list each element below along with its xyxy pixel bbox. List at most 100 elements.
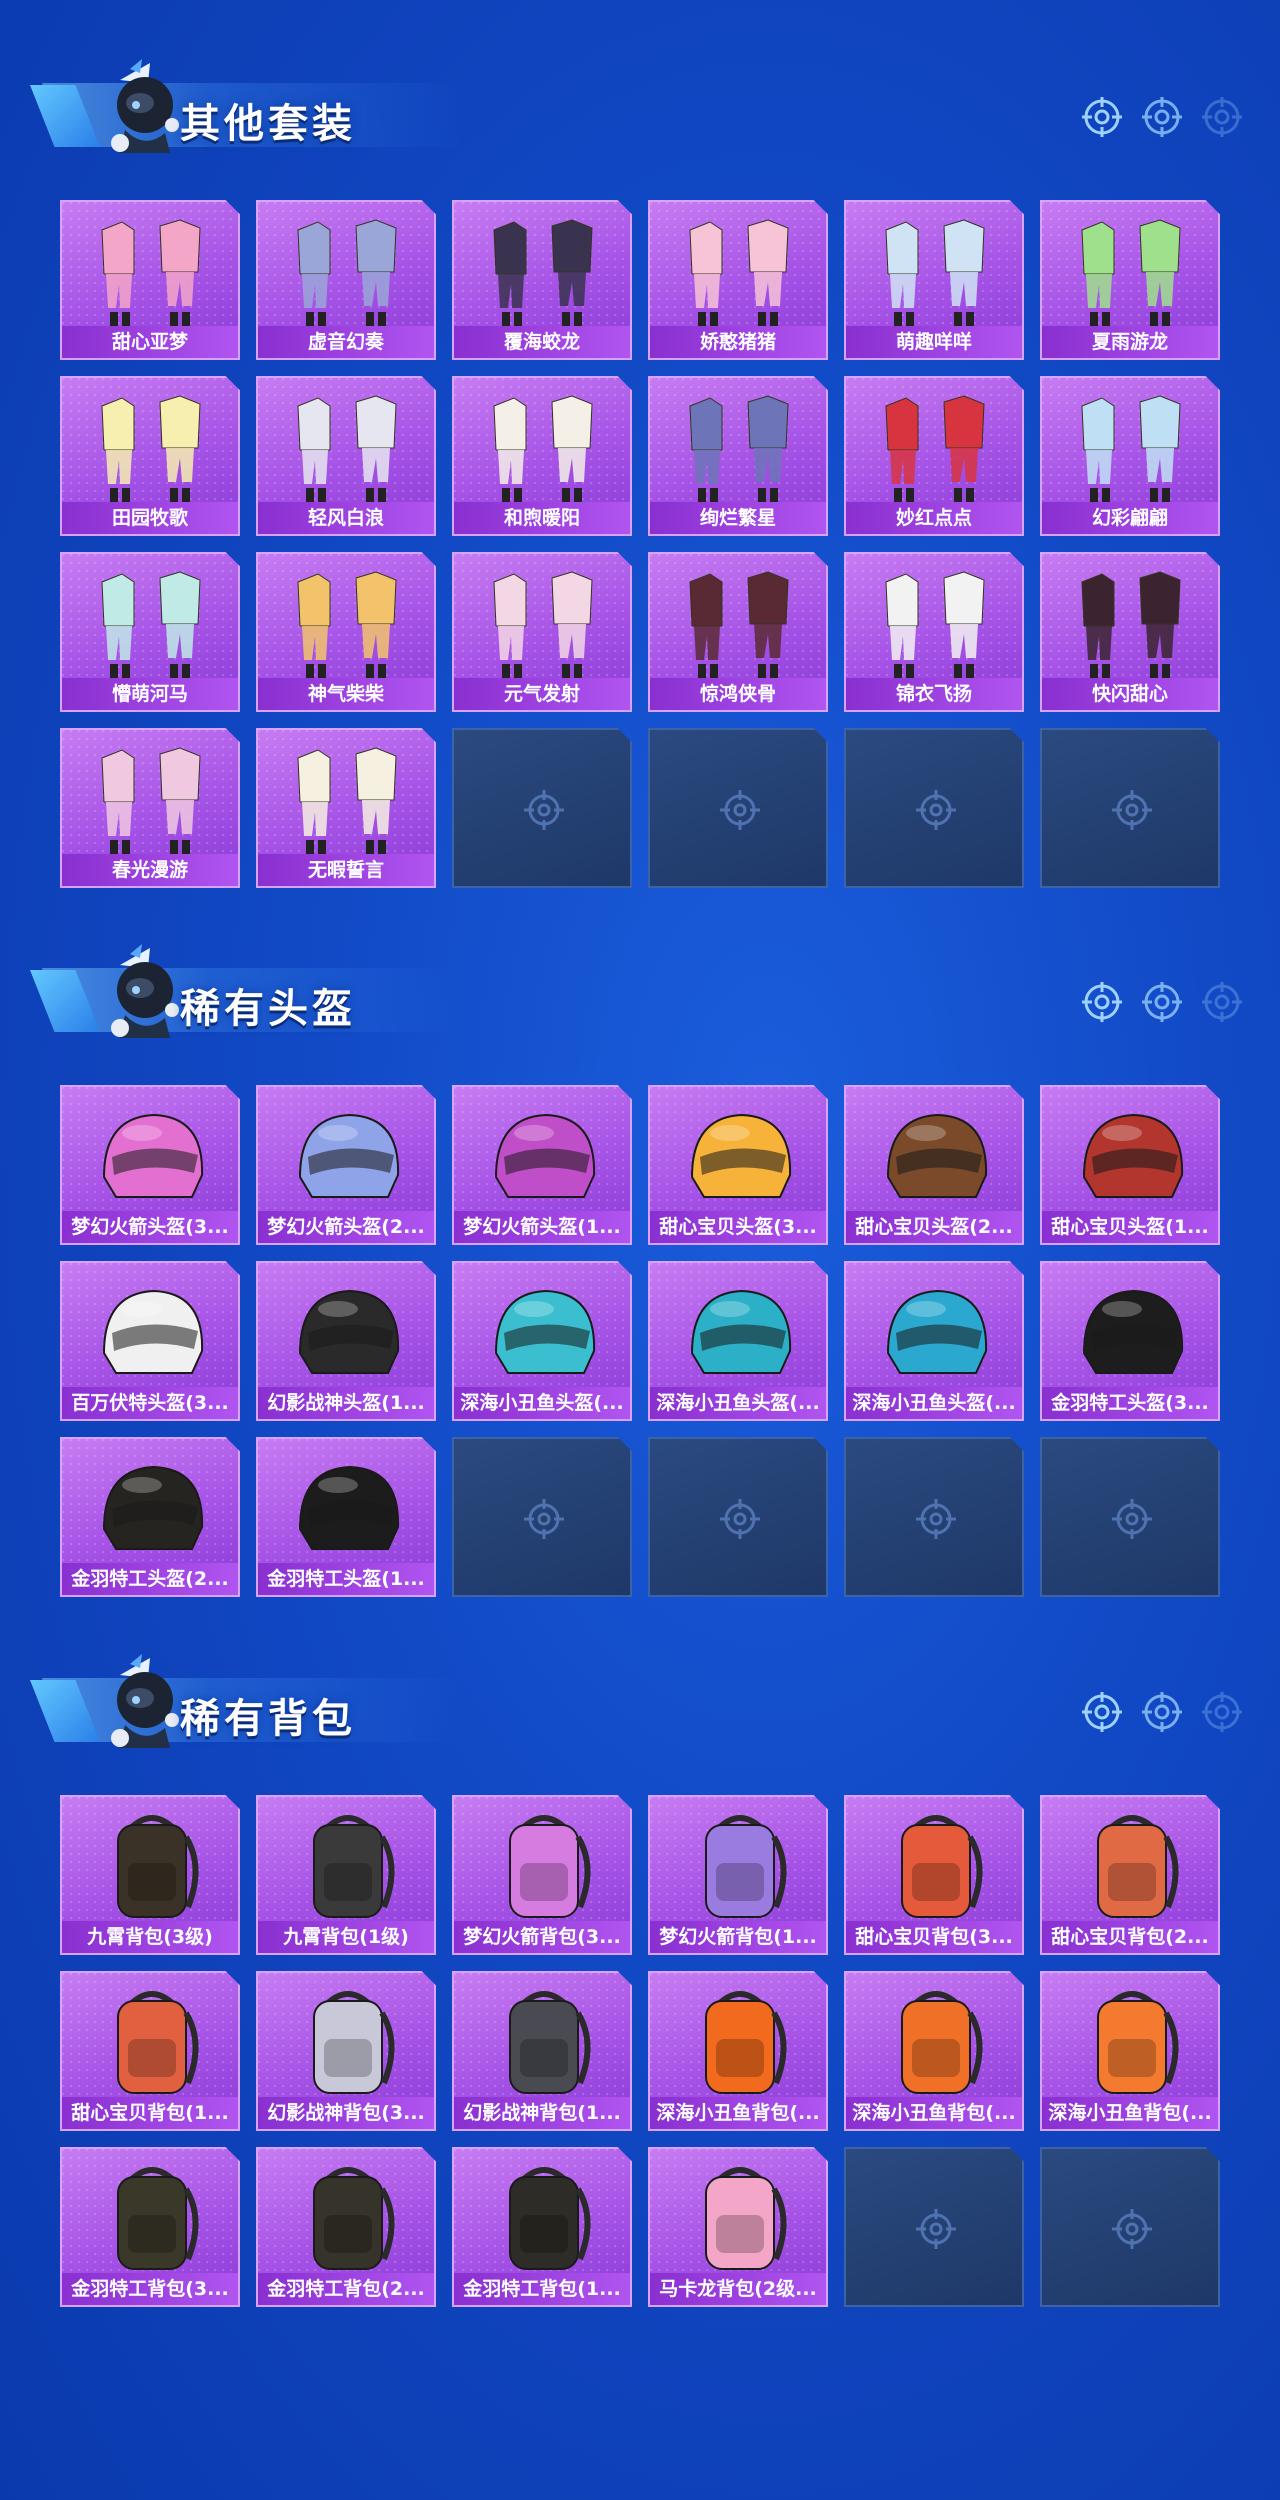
outfit-icon <box>101 219 201 326</box>
backpack-icon <box>117 2167 199 2270</box>
target-icon <box>1142 982 1182 1022</box>
item-name: 梦幻火箭背包(1... <box>650 1921 826 1953</box>
helmet-icon <box>102 1289 204 1374</box>
helmet-icon <box>494 1289 596 1374</box>
outfit-icon <box>689 219 789 326</box>
item-card[interactable]: 深海小丑鱼背包(... <box>1040 1971 1220 2131</box>
item-card[interactable]: 金羽特工背包(1... <box>452 2147 632 2307</box>
item-card[interactable]: 九霄背包(3级) <box>60 1795 240 1955</box>
empty-slot-icon <box>916 1499 956 1539</box>
empty-slot <box>648 1437 828 1597</box>
item-card[interactable]: 深海小丑鱼背包(... <box>844 1971 1024 2131</box>
empty-slot <box>844 2147 1024 2307</box>
outfit-icon <box>493 219 593 326</box>
helmet-icon <box>886 1289 988 1374</box>
item-card[interactable]: 懵萌河马 <box>60 552 240 712</box>
item-card[interactable]: 金羽特工背包(2... <box>256 2147 436 2307</box>
item-card[interactable]: 金羽特工头盔(1... <box>256 1437 436 1597</box>
item-name: 绚烂繁星 <box>650 502 826 534</box>
item-card[interactable]: 惊鸿侠骨 <box>648 552 828 712</box>
item-card[interactable]: 梦幻火箭背包(3... <box>452 1795 632 1955</box>
section-header: 其他套装 <box>30 55 462 165</box>
item-card[interactable]: 无暇誓言 <box>256 728 436 888</box>
outfit-icon <box>885 395 985 502</box>
item-card[interactable]: 幻影战神背包(1... <box>452 1971 632 2131</box>
item-card[interactable]: 梦幻火箭头盔(3... <box>60 1085 240 1245</box>
item-card[interactable]: 金羽特工头盔(2... <box>60 1437 240 1597</box>
item-card[interactable]: 田园牧歌 <box>60 376 240 536</box>
item-card[interactable]: 甜心宝贝头盔(2... <box>844 1085 1024 1245</box>
item-card[interactable]: 甜心宝贝背包(3... <box>844 1795 1024 1955</box>
item-card[interactable]: 萌趣咩咩 <box>844 200 1024 360</box>
item-card[interactable]: 锦衣飞扬 <box>844 552 1024 712</box>
item-card[interactable]: 深海小丑鱼头盔(... <box>844 1261 1024 1421</box>
backpack-icon <box>313 2167 395 2270</box>
empty-slot-icon <box>916 2209 956 2249</box>
outfit-icon <box>101 395 201 502</box>
empty-slot <box>844 1437 1024 1597</box>
item-card[interactable]: 虚音幻奏 <box>256 200 436 360</box>
item-card[interactable]: 深海小丑鱼背包(... <box>648 1971 828 2131</box>
empty-slot-icon <box>720 1499 760 1539</box>
item-name: 神气柴柴 <box>258 678 434 710</box>
item-card[interactable]: 绚烂繁星 <box>648 376 828 536</box>
item-name: 梦幻火箭头盔(3... <box>62 1211 238 1243</box>
backpack-icon <box>509 1815 591 1918</box>
item-name: 妙红点点 <box>846 502 1022 534</box>
item-card[interactable]: 元气发射 <box>452 552 632 712</box>
item-name: 马卡龙背包(2级... <box>650 2273 826 2305</box>
item-card[interactable]: 梦幻火箭头盔(1... <box>452 1085 632 1245</box>
item-card[interactable]: 夏雨游龙 <box>1040 200 1220 360</box>
backpack-icon <box>705 2167 787 2270</box>
item-card[interactable]: 百万伏特头盔(3... <box>60 1261 240 1421</box>
item-card[interactable]: 覆海蛟龙 <box>452 200 632 360</box>
helmet-icon <box>298 1113 400 1198</box>
item-card[interactable]: 娇憨猪猪 <box>648 200 828 360</box>
item-card[interactable]: 金羽特工背包(3... <box>60 2147 240 2307</box>
item-card[interactable]: 甜心宝贝头盔(1... <box>1040 1085 1220 1245</box>
item-name: 甜心宝贝背包(1... <box>62 2097 238 2129</box>
item-card[interactable]: 深海小丑鱼头盔(... <box>648 1261 828 1421</box>
outfit-icon <box>297 395 397 502</box>
item-name: 深海小丑鱼头盔(... <box>650 1387 826 1419</box>
helmet-icon <box>494 1113 596 1198</box>
item-card[interactable]: 甜心亚梦 <box>60 200 240 360</box>
item-card[interactable]: 神气柴柴 <box>256 552 436 712</box>
item-name: 锦衣飞扬 <box>846 678 1022 710</box>
item-name: 金羽特工头盔(1... <box>258 1563 434 1595</box>
item-card[interactable]: 九霄背包(1级) <box>256 1795 436 1955</box>
item-card[interactable]: 甜心宝贝背包(2... <box>1040 1795 1220 1955</box>
item-name: 金羽特工背包(3... <box>62 2273 238 2305</box>
outfit-icon <box>885 219 985 326</box>
item-card[interactable]: 快闪甜心 <box>1040 552 1220 712</box>
item-card[interactable]: 和煦暖阳 <box>452 376 632 536</box>
item-card[interactable]: 梦幻火箭头盔(2... <box>256 1085 436 1245</box>
backpack-icon <box>117 1815 199 1918</box>
target-icon <box>1142 97 1182 137</box>
backpack-icon <box>901 1991 983 2094</box>
item-card[interactable]: 金羽特工头盔(3... <box>1040 1261 1220 1421</box>
item-name: 甜心宝贝背包(3... <box>846 1921 1022 1953</box>
outfit-icon <box>1081 571 1181 678</box>
item-card[interactable]: 幻影战神头盔(1... <box>256 1261 436 1421</box>
item-card[interactable]: 梦幻火箭背包(1... <box>648 1795 828 1955</box>
empty-slot-icon <box>916 790 956 830</box>
item-card[interactable]: 春光漫游 <box>60 728 240 888</box>
outfit-icon <box>1081 395 1181 502</box>
item-card[interactable]: 甜心宝贝头盔(3... <box>648 1085 828 1245</box>
helmet-icon <box>298 1289 400 1374</box>
item-card[interactable]: 幻影战神背包(3... <box>256 1971 436 2131</box>
section-title: 稀有头盔 <box>180 986 356 1032</box>
item-card[interactable]: 幻彩翩翩 <box>1040 376 1220 536</box>
item-card[interactable]: 深海小丑鱼头盔(... <box>452 1261 632 1421</box>
item-card[interactable]: 轻风白浪 <box>256 376 436 536</box>
item-card[interactable]: 妙红点点 <box>844 376 1024 536</box>
item-name: 娇憨猪猪 <box>650 326 826 358</box>
outfit-icon <box>885 571 985 678</box>
item-card[interactable]: 甜心宝贝背包(1... <box>60 1971 240 2131</box>
item-card[interactable]: 马卡龙背包(2级... <box>648 2147 828 2307</box>
helmet-icon <box>690 1113 792 1198</box>
item-name: 甜心宝贝头盔(3... <box>650 1211 826 1243</box>
item-name: 九霄背包(1级) <box>258 1921 434 1953</box>
item-name: 金羽特工头盔(2... <box>62 1563 238 1595</box>
